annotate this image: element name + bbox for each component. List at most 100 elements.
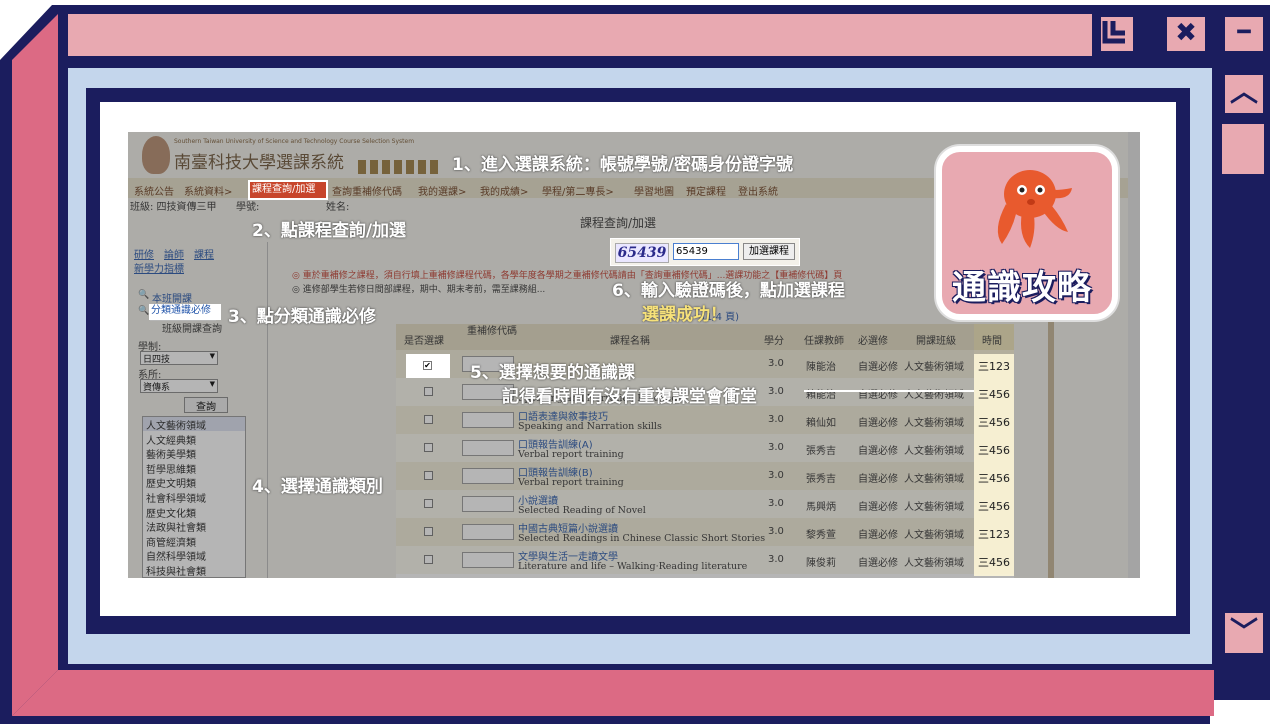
course-checkbox[interactable] (424, 499, 433, 508)
time-highlight: 三456 (978, 416, 1010, 429)
system-logo-icon (142, 136, 170, 174)
header-credit: 學分 (764, 336, 784, 347)
category-item[interactable]: 歷史文化類 (146, 505, 196, 520)
category-item[interactable]: 商管經濟類 (146, 534, 196, 549)
time-highlight: 三456 (978, 444, 1010, 457)
retake-code-input[interactable] (462, 496, 514, 512)
category-item[interactable]: 哲學思維類 (146, 461, 196, 476)
nav-planned-courses[interactable]: 預定課程 (686, 183, 726, 198)
scroll-down-button[interactable]: ﹀ (1220, 608, 1268, 658)
nav-retake-code[interactable]: 查詢重補修代碼 (332, 183, 402, 198)
course-checkbox[interactable] (424, 387, 433, 396)
teacher: 陳俊莉 (806, 558, 836, 569)
octopus-icon (997, 170, 1072, 248)
class-name: 人文藝術領域 (904, 530, 964, 541)
query-button[interactable]: 查詢 (184, 397, 228, 413)
nav-my-courses[interactable]: 我的選課> (418, 183, 466, 198)
system-subtitle: Southern Taiwan University of Science an… (174, 138, 415, 145)
credit: 3.0 (768, 554, 784, 565)
credit: 3.0 (768, 442, 784, 453)
category-item[interactable]: 社會科學領域 (146, 490, 206, 505)
category-item[interactable]: 人文經典類 (146, 432, 196, 447)
course-checkbox[interactable] (424, 415, 433, 424)
nav-logout[interactable]: 登出系統 (738, 183, 778, 198)
category-item[interactable]: 法政與社會類 (146, 519, 206, 534)
conflict-line (804, 390, 974, 392)
course-name-en: Selected Reading of Novel (518, 505, 646, 516)
category-item[interactable]: 自然科學領域 (146, 548, 206, 563)
close-button[interactable]: ✖ (1162, 12, 1210, 56)
tab-course[interactable]: 課程 (194, 246, 214, 261)
class-info: 班級: 四技資傳三甲 (130, 202, 217, 213)
required-type: 自選必修 (858, 558, 898, 569)
category-item[interactable]: 科技與社會類 (146, 563, 206, 578)
category-item[interactable]: 藝術美學類 (146, 446, 196, 461)
chevron-down-icon: ▼ (209, 352, 215, 360)
header-time: 時間 (982, 336, 1002, 347)
time-highlight: 三123 (978, 360, 1010, 373)
nav-my-grades[interactable]: 我的成績> (480, 183, 528, 198)
add-course-label: 加選課程 (749, 246, 789, 257)
selected-checkbox[interactable]: ✔ (423, 361, 432, 370)
add-course-button-highlight[interactable]: 加選課程 (743, 243, 795, 260)
class-name: 人文藝術領域 (904, 446, 964, 457)
time-highlight: 三456 (978, 556, 1010, 569)
annotation-success: 選課成功！ (642, 305, 727, 325)
nav-program[interactable]: 學程/第二專長> (542, 183, 614, 198)
category-item[interactable]: 人文藝術領域 (146, 417, 206, 432)
link-class-courses[interactable]: 本班開課 (152, 290, 192, 305)
header-course-name: 課程名稱 (610, 336, 650, 347)
time-highlight: 三456 (978, 388, 1010, 401)
system-select-value: 日四技 (143, 355, 171, 365)
required-type: 自選必修 (858, 474, 898, 485)
course-name-en: Selected Readings in Chinese Classic Sho… (518, 533, 766, 544)
dept-select-value: 資傳系 (143, 383, 171, 393)
retake-code-input[interactable] (462, 524, 514, 540)
header-class: 開課班級 (916, 336, 956, 347)
nav-system-info[interactable]: 系統資料> (184, 183, 232, 198)
dept-select[interactable]: 資傳系 ▼ (140, 379, 218, 393)
minimize-button[interactable]: ━ (1220, 12, 1268, 56)
course-checkbox[interactable] (424, 443, 433, 452)
scrollbar[interactable] (1128, 132, 1140, 578)
annotation-step4: 4、選擇通識類別 (252, 477, 383, 497)
notice-evening: ◎ 進修部學生若修日間部課程，期中、期末考前，需至課務組... (292, 285, 546, 295)
nav-learning-map[interactable]: 學習地圖 (634, 183, 674, 198)
class-name: 人文藝術領域 (904, 418, 964, 429)
captcha-input-highlight[interactable]: 65439 (673, 243, 739, 260)
course-name-en: Speaking and Narration skills (518, 421, 662, 432)
scroll-up-button[interactable]: ︿ (1220, 70, 1268, 118)
retake-code-input[interactable] (462, 440, 514, 456)
teacher: 張秀吉 (806, 474, 836, 485)
credit: 3.0 (768, 414, 784, 425)
required-type: 自選必修 (858, 390, 898, 401)
close-icon: ✖ (1175, 18, 1197, 48)
tab-study[interactable]: 研修 (134, 246, 154, 261)
time-highlight: 三123 (978, 528, 1010, 541)
nav-announcements[interactable]: 系統公告 (134, 183, 174, 198)
tab-new-indicator[interactable]: 新學力指標 (134, 260, 184, 275)
system-select[interactable]: 日四技 ▼ (140, 351, 218, 365)
minimize-icon: ━ (1237, 20, 1251, 45)
retake-code-input[interactable] (462, 552, 514, 568)
general-required-highlight: 分類通識必修 (151, 305, 211, 316)
retake-code-input[interactable] (462, 412, 514, 428)
annotation-step6: 6、輸入驗證碼後，點加選課程 (612, 281, 845, 301)
restore-button[interactable] (1096, 12, 1138, 56)
page-heading: 課程查詢/加選 (580, 216, 657, 230)
category-item[interactable]: 歷史文明類 (146, 475, 196, 490)
badge-label: 通識攻略 (952, 268, 1092, 308)
required-type: 自選必修 (858, 530, 898, 541)
course-checkbox[interactable] (424, 471, 433, 480)
teacher: 馬興炳 (806, 502, 836, 513)
tab-teacher[interactable]: 論師 (164, 246, 184, 261)
course-checkbox[interactable] (424, 527, 433, 536)
retake-code-input[interactable] (462, 468, 514, 484)
course-checkbox[interactable] (424, 555, 433, 564)
restore-icon (1102, 21, 1125, 44)
search-icon: 🔍 (138, 290, 150, 300)
header-decoration (358, 160, 438, 174)
link-class-query[interactable]: 班級開課查詢 (162, 320, 222, 335)
name-label: 姓名: (326, 202, 350, 213)
time-highlight: 三456 (978, 500, 1010, 513)
